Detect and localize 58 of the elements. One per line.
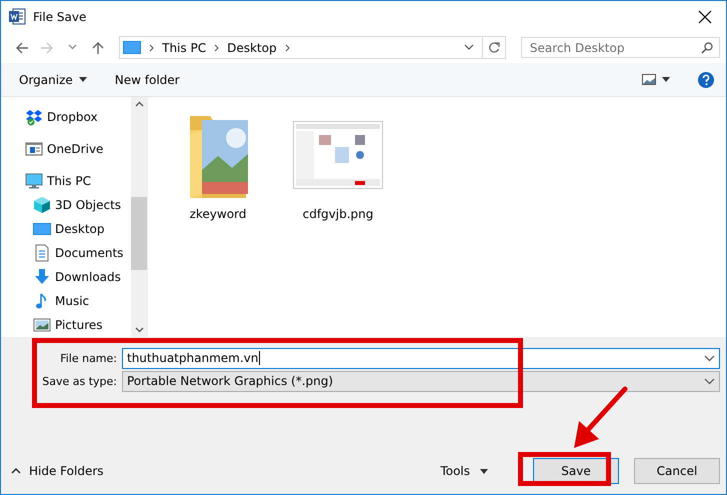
cube-icon — [33, 196, 51, 214]
view-icon[interactable] — [642, 74, 656, 85]
down-arrow-icon — [33, 268, 51, 286]
breadcrumb[interactable]: This PC — [162, 40, 206, 54]
scrollbar[interactable] — [131, 97, 147, 337]
window-title: File Save — [33, 10, 88, 24]
close-icon — [698, 10, 712, 24]
new-folder-button[interactable]: New folder — [114, 72, 180, 86]
address-bar[interactable]: This PC Desktop — [119, 36, 506, 59]
chevron-down-icon — [704, 354, 715, 362]
sidebar-item[interactable]: Downloads — [1, 265, 131, 289]
help-icon[interactable] — [698, 72, 714, 88]
search-field[interactable]: Search Desktop — [520, 37, 720, 58]
sidebar-item[interactable]: Documents — [1, 241, 131, 265]
chevron-up-icon[interactable] — [134, 101, 144, 107]
scroll-thumb[interactable] — [131, 197, 147, 270]
cancel-button[interactable]: Cancel — [634, 458, 720, 484]
word-icon — [9, 8, 26, 25]
sidebar-item[interactable]: OneDrive — [1, 137, 131, 161]
right-arrow-icon — [40, 40, 54, 54]
file-name[interactable]: zkeyword — [190, 207, 246, 221]
chevron-right-icon — [214, 44, 220, 52]
sidebar-item[interactable]: Dropbox — [1, 105, 131, 129]
file-name-field[interactable]: thuthuatphanmem.vn — [122, 348, 720, 368]
file-type-dropdown[interactable]: Portable Network Graphics (*.png) — [122, 370, 720, 392]
picture-icon — [33, 316, 51, 334]
hide-folders-button[interactable]: Hide Folders — [11, 464, 104, 478]
sidebar-item[interactable]: 3D Objects — [1, 193, 131, 217]
chevron-right-icon — [149, 44, 154, 52]
chevron-down-icon — [704, 378, 715, 384]
chevron-up-icon — [11, 468, 21, 474]
sidebar-item[interactable]: Desktop — [1, 217, 131, 241]
annotation-arrow — [571, 385, 629, 451]
chevron-down-icon[interactable] — [464, 44, 474, 51]
field-label: Save as type: — [41, 374, 118, 388]
dropbox-icon — [25, 108, 43, 126]
monitor-icon — [33, 220, 51, 238]
up-arrow-icon — [91, 40, 106, 54]
monitor-icon — [123, 40, 142, 54]
sidebar-item[interactable]: Music — [1, 289, 131, 313]
search-icon — [700, 42, 713, 54]
caret-icon[interactable] — [662, 77, 670, 82]
breadcrumb[interactable]: Desktop — [227, 40, 277, 54]
file-name[interactable]: cdfgvjb.png — [302, 207, 374, 221]
sidebar-item[interactable]: This PC — [1, 169, 131, 193]
document-icon — [33, 244, 51, 262]
caret-icon — [480, 468, 488, 474]
caret-icon — [78, 77, 87, 82]
refresh-icon — [488, 42, 500, 54]
field-label: File name: — [59, 352, 118, 364]
chevron-right-icon — [284, 44, 290, 52]
left-arrow-icon — [14, 40, 29, 54]
organize-menu[interactable]: Organize — [19, 72, 73, 86]
chevron-down-icon[interactable] — [134, 327, 144, 333]
monitor-icon — [25, 172, 43, 190]
tools-menu[interactable]: Tools — [440, 464, 488, 478]
window-icon — [25, 140, 43, 158]
sidebar-item[interactable]: Pictures — [1, 313, 131, 337]
